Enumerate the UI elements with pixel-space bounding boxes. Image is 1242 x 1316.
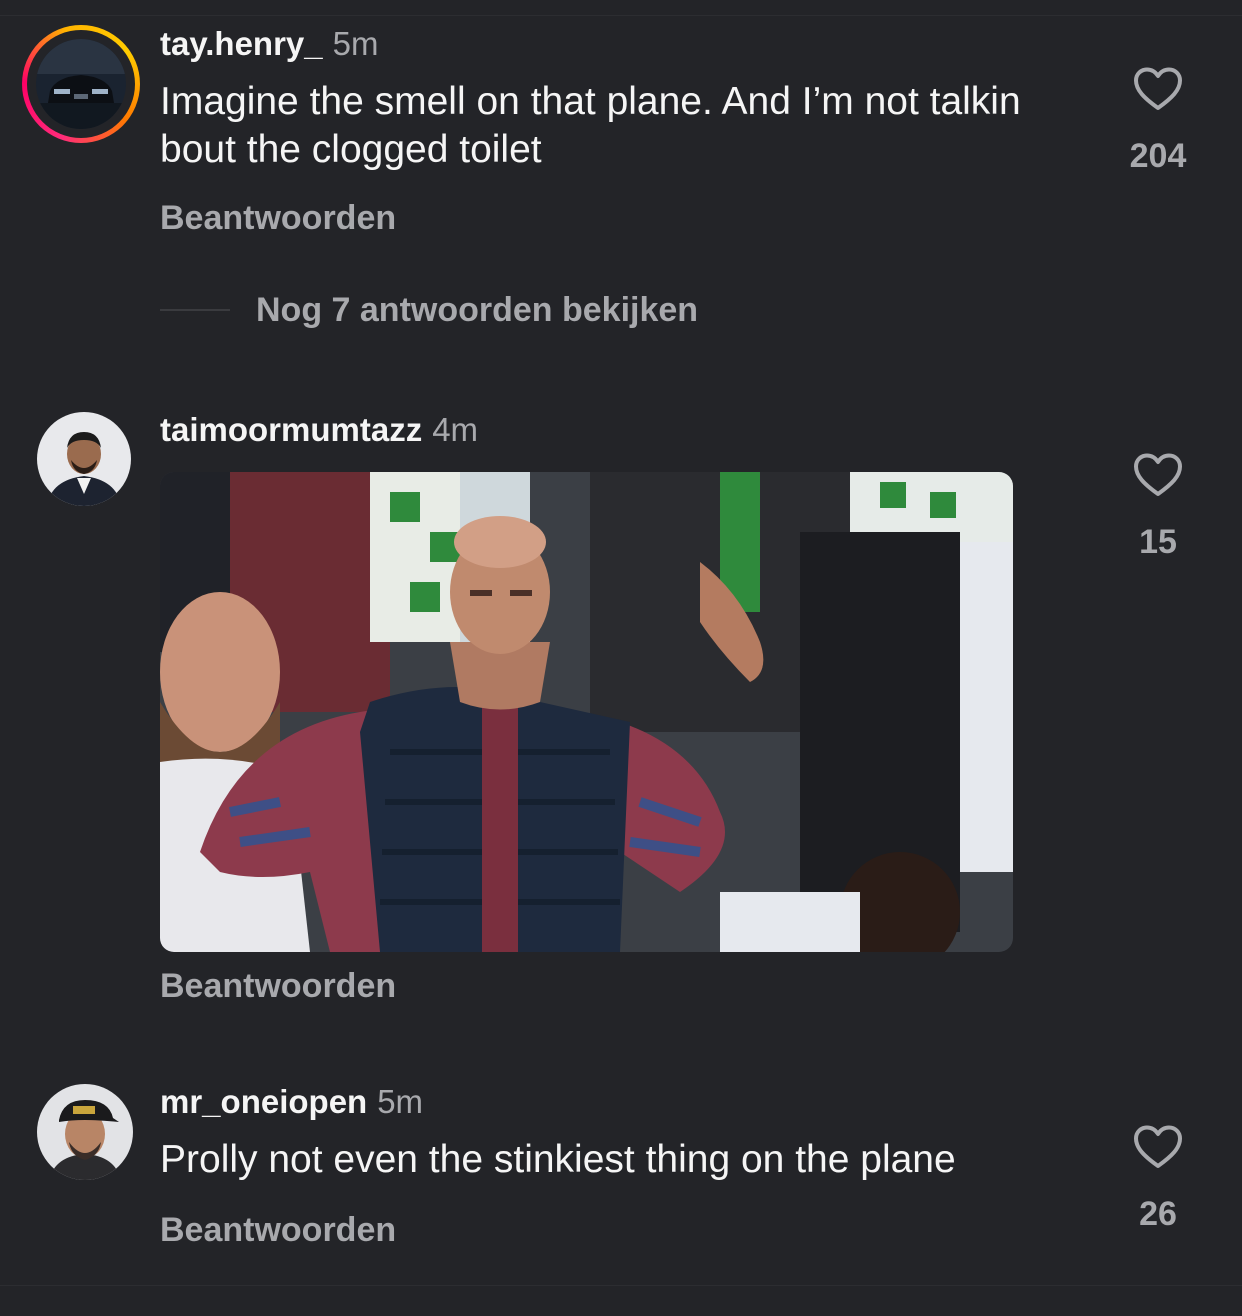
avatar[interactable] (37, 1084, 133, 1180)
comment-header: tay.henry_ 5m (160, 24, 378, 64)
like-column: 204 (1110, 66, 1206, 176)
avatar[interactable] (36, 39, 126, 129)
reply-button[interactable]: Beantwoorden (160, 1210, 396, 1250)
username[interactable]: tay.henry_ (160, 25, 323, 62)
view-more-replies[interactable]: Nog 7 antwoorden bekijken (160, 288, 698, 332)
timestamp: 5m (377, 1083, 424, 1120)
comment-text: Prolly not even the stinkiest thing on t… (160, 1138, 956, 1181)
reply-button[interactable]: Beantwoorden (160, 198, 396, 238)
heart-outline-icon[interactable] (1132, 1124, 1184, 1170)
like-count: 204 (1129, 137, 1187, 175)
comment-text: Imagine the smell on that plane. And I’m… (160, 80, 1021, 171)
heart-outline-icon[interactable] (1132, 452, 1184, 498)
timestamp: 4m (432, 411, 479, 448)
comments-sheet: tay.henry_ 5m Imagine the smell on that p… (0, 0, 1242, 1316)
like-count: 15 (1139, 523, 1177, 561)
reply-button[interactable]: Beantwoorden (160, 966, 396, 1006)
comment-header: taimoormumtazz 4m (160, 410, 478, 450)
heart-outline-icon[interactable] (1132, 66, 1184, 112)
bottom-divider (0, 1285, 1242, 1286)
like-column: 26 (1110, 1124, 1206, 1234)
gif-attachment[interactable] (160, 472, 1013, 952)
view-replies-label: Nog 7 antwoorden bekijken (256, 290, 699, 329)
timestamp: 5m (332, 25, 379, 62)
username[interactable]: taimoormumtazz (160, 411, 422, 448)
like-column: 15 (1110, 452, 1206, 562)
like-count: 26 (1139, 1195, 1177, 1233)
replies-divider (160, 309, 230, 311)
avatar[interactable] (37, 412, 131, 506)
comment-header: mr_oneiopen 5m (160, 1082, 423, 1122)
username[interactable]: mr_oneiopen (160, 1083, 367, 1120)
top-divider (0, 15, 1242, 16)
